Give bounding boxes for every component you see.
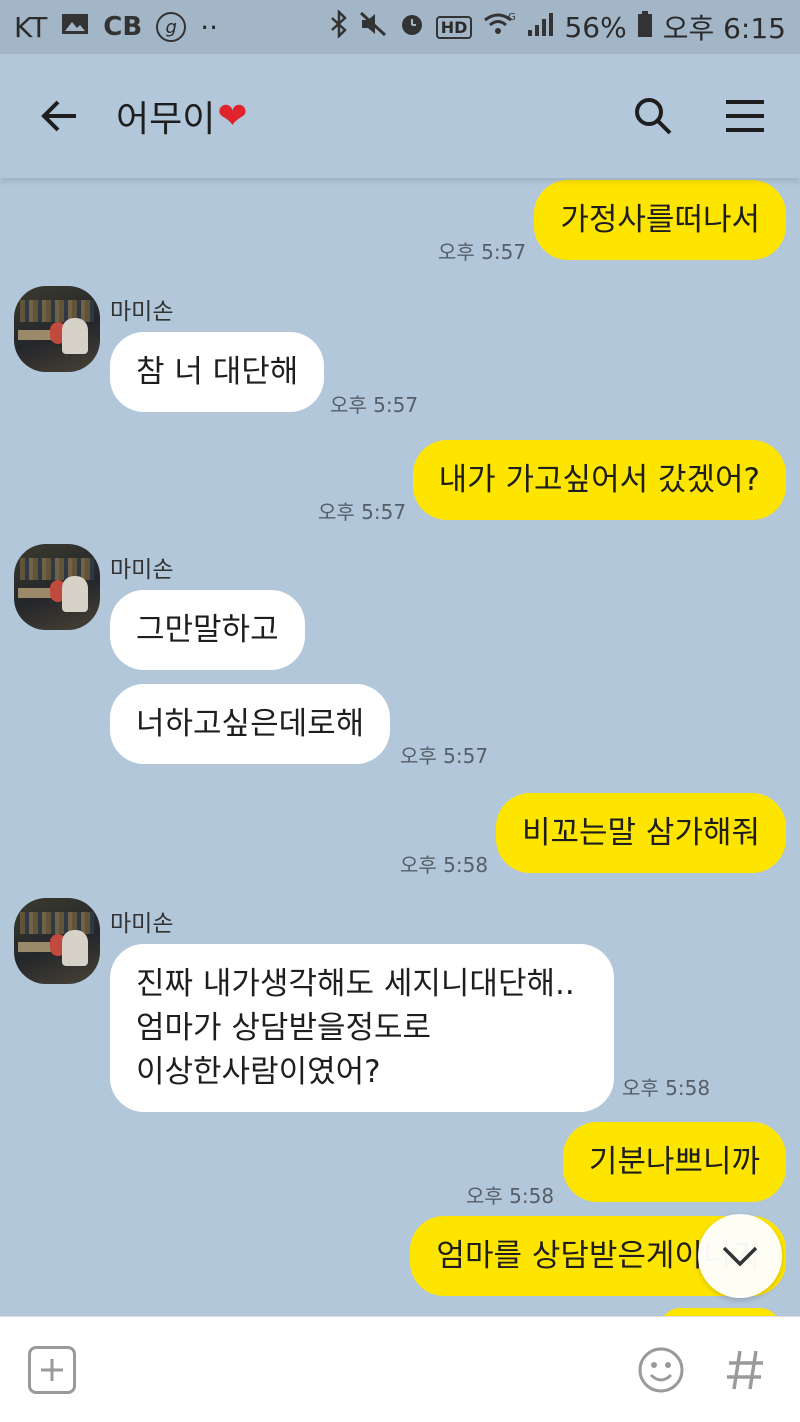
battery-icon bbox=[637, 10, 653, 45]
chevron-down-icon bbox=[722, 1246, 758, 1267]
search-icon bbox=[635, 98, 672, 135]
bluetooth-icon bbox=[330, 8, 348, 45]
message-time: 오후 5:57 bbox=[438, 240, 527, 264]
menu-button[interactable] bbox=[720, 91, 770, 141]
attach-button[interactable] bbox=[28, 1345, 76, 1394]
contact-avatar[interactable] bbox=[14, 286, 100, 372]
back-button[interactable] bbox=[30, 86, 90, 146]
message-time: 오후 5:57 bbox=[330, 393, 419, 417]
smiley-icon bbox=[638, 1347, 684, 1392]
scroll-to-bottom-button[interactable] bbox=[698, 1214, 782, 1298]
their-message-bubble[interactable]: 너하고싶은데로해 bbox=[110, 684, 391, 764]
wifi-icon: G bbox=[482, 10, 516, 45]
sender-name: 마미손 bbox=[110, 911, 174, 937]
image-icon bbox=[61, 12, 89, 43]
carrier-label: KT bbox=[14, 10, 48, 44]
search-button[interactable] bbox=[628, 91, 678, 141]
their-message-bubble[interactable]: 그만말하고 bbox=[110, 590, 305, 670]
battery-percent: 56% bbox=[564, 10, 627, 44]
their-message-bubble[interactable]: 참 너 대단해 bbox=[110, 332, 325, 412]
my-message-bubble[interactable]: 비꼬는말 삼가해줘 bbox=[495, 793, 786, 873]
message-time: 오후 5:58 bbox=[622, 1076, 711, 1100]
chat-header: 어무이 ❤ bbox=[0, 54, 800, 178]
chat-title: 어무이 ❤ bbox=[116, 90, 248, 142]
network-type-label: G bbox=[508, 12, 516, 23]
contact-avatar[interactable] bbox=[14, 544, 100, 630]
chat-title-text: 어무이 bbox=[116, 99, 216, 140]
alarm-icon bbox=[398, 10, 426, 45]
message-input-bar bbox=[0, 1316, 800, 1422]
hamburger-menu-icon bbox=[726, 100, 764, 132]
my-message-bubble[interactable]: 내가 가고싶어서 갔겠어? bbox=[412, 440, 786, 520]
status-bar: KT CB g ·· HD G 56% 오후 6:15 bbox=[0, 0, 800, 54]
message-time: 오후 5:57 bbox=[318, 500, 407, 524]
message-time: 오후 5:57 bbox=[400, 744, 489, 768]
g-circle-icon: g bbox=[156, 12, 187, 42]
hd-voice-icon: HD bbox=[435, 15, 473, 39]
cb-icon: CB bbox=[103, 12, 143, 42]
message-time: 오후 5:58 bbox=[466, 1184, 555, 1208]
message-input[interactable] bbox=[96, 1339, 614, 1400]
my-message-bubble[interactable]: 기분나쁘니까 bbox=[562, 1122, 786, 1202]
arrow-left-icon bbox=[41, 100, 76, 132]
their-message-bubble[interactable]: 진짜 내가생각해도 세지니대단해.. 엄마가 상담받을정도로 이상한사람이였어? bbox=[110, 944, 614, 1112]
contact-avatar[interactable] bbox=[14, 898, 100, 984]
heart-icon: ❤ bbox=[217, 95, 248, 137]
message-line: 엄마가 상담받을정도로 bbox=[136, 1010, 432, 1046]
message-line: 진짜 내가생각해도 세지니대단해.. bbox=[136, 966, 575, 1002]
more-dots-icon: ·· bbox=[200, 10, 219, 44]
sender-name: 마미손 bbox=[110, 557, 174, 583]
emoji-button[interactable] bbox=[634, 1343, 688, 1397]
hashtag-icon bbox=[727, 1350, 763, 1389]
hashtag-button[interactable] bbox=[718, 1343, 772, 1397]
message-time: 오후 5:58 bbox=[400, 853, 489, 877]
clock: 오후 6:15 bbox=[662, 12, 786, 45]
mute-icon bbox=[358, 10, 388, 45]
signal-icon bbox=[526, 10, 554, 45]
message-line: 이상한사람이였어? bbox=[136, 1054, 381, 1090]
plus-icon bbox=[41, 1358, 63, 1381]
my-message-bubble[interactable]: 가정사를떠나서 bbox=[534, 180, 786, 260]
sender-name: 마미손 bbox=[110, 299, 174, 325]
